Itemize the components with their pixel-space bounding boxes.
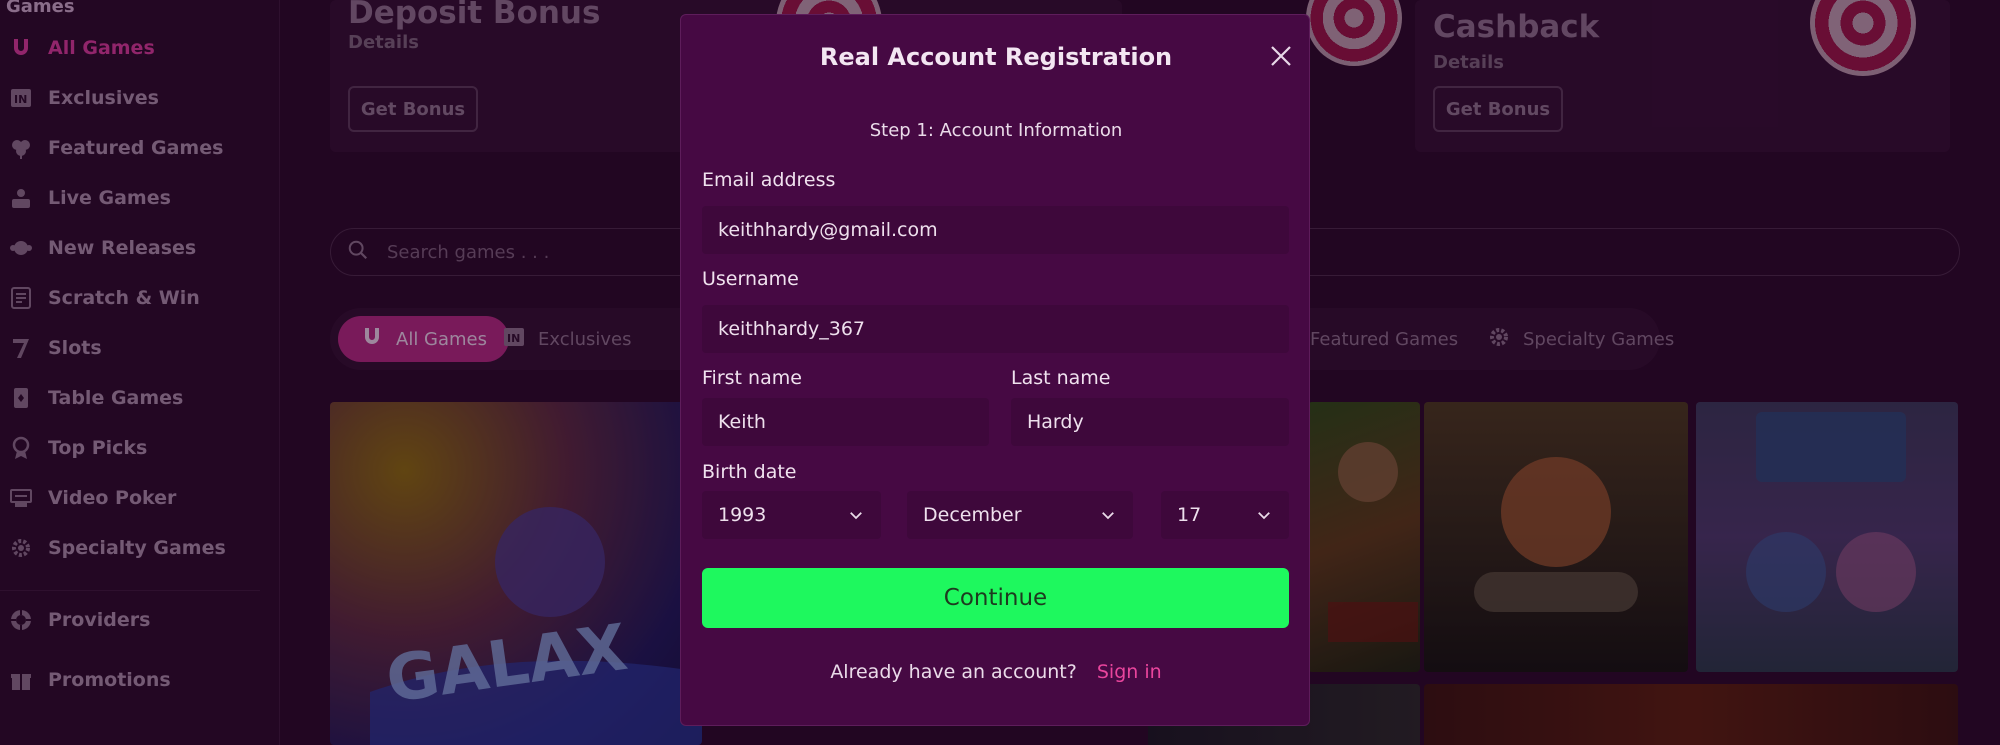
close-icon [1271, 46, 1291, 66]
sign-in-link[interactable]: Sign in [1097, 661, 1162, 683]
chevron-down-icon [850, 512, 862, 520]
birth-year-value: 1993 [718, 504, 767, 526]
birth-month-select[interactable]: December [907, 491, 1133, 539]
registration-modal: Real Account Registration Step 1: Accoun… [680, 14, 1310, 726]
email-label: Email address [702, 169, 836, 191]
birth-date-label: Birth date [702, 461, 797, 483]
username-field[interactable] [702, 305, 1289, 353]
email-field[interactable] [702, 206, 1289, 254]
first-name-field[interactable] [702, 398, 989, 446]
chevron-down-icon [1258, 512, 1270, 520]
last-name-field[interactable] [1011, 398, 1289, 446]
birth-year-select[interactable]: 1993 [702, 491, 881, 539]
first-name-label: First name [702, 367, 802, 389]
birth-month-value: December [923, 504, 1022, 526]
birth-day-select[interactable]: 17 [1161, 491, 1289, 539]
account-prompt: Already have an account? [830, 661, 1077, 683]
username-label: Username [702, 268, 799, 290]
signin-row: Already have an account? Sign in [681, 661, 1311, 683]
close-button[interactable] [1265, 40, 1297, 72]
continue-button[interactable]: Continue [702, 568, 1289, 628]
step-label: Step 1: Account Information [869, 120, 1123, 141]
modal-title: Real Account Registration [819, 43, 1173, 71]
birth-day-value: 17 [1177, 504, 1202, 526]
chevron-down-icon [1102, 512, 1114, 520]
last-name-label: Last name [1011, 367, 1111, 389]
